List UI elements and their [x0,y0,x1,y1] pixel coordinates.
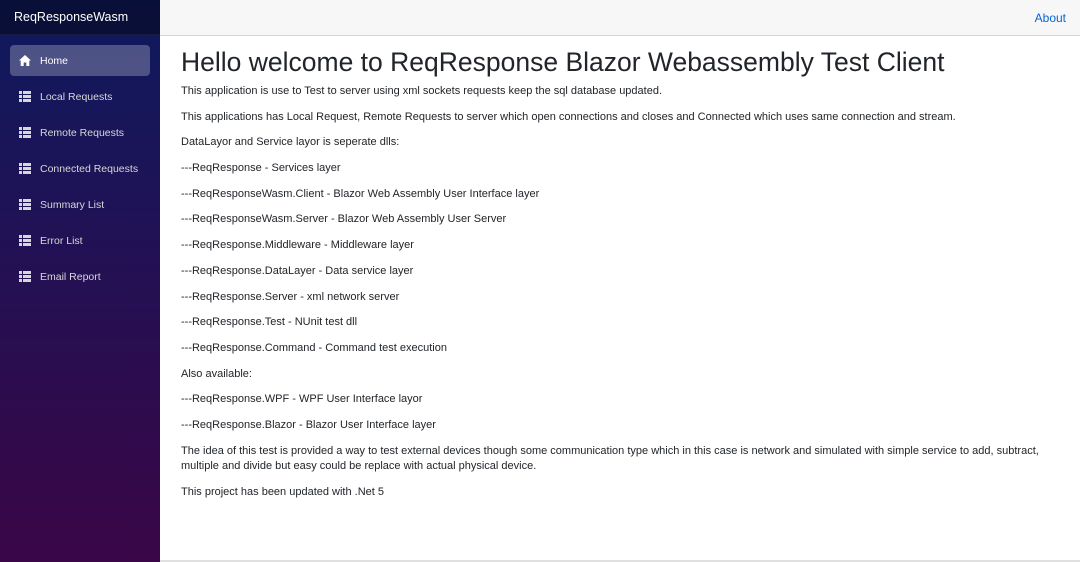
paragraph: ---ReqResponse.Middleware - Middleware l… [181,239,414,252]
paragraph: ---ReqResponse - Services layer [181,162,341,175]
sidebar-item-email-report[interactable]: Email Report [10,261,150,292]
home-icon [18,54,31,67]
list-icon [18,198,31,211]
sidebar-item-local-requests[interactable]: Local Requests [10,81,150,112]
list-icon [18,90,31,103]
page-title: Hello welcome to ReqResponse Blazor Weba… [181,47,945,77]
sidebar: ReqResponseWasm Home Local Requests Remo… [0,0,160,562]
sidebar-item-label: Home [40,54,69,67]
sidebar-item-label: Email Report [40,270,101,283]
paragraph: ---ReqResponse.Server - xml network serv… [181,290,400,303]
paragraph: DataLayor and Service layor is seperate … [181,136,400,149]
sidebar-item-error-list[interactable]: Error List [10,225,150,256]
list-icon [18,162,31,175]
list-icon [18,270,31,283]
sidebar-item-label: Remote Requests [40,126,125,139]
paragraph: ---ReqResponse.Command - Command test ex… [181,341,447,354]
sidebar-item-remote-requests[interactable]: Remote Requests [10,117,150,148]
paragraph: This project has been updated with .Net … [181,485,385,498]
sidebar-item-home[interactable]: Home [10,45,150,76]
paragraph: ---ReqResponse.Test - NUnit test dll [181,316,358,329]
brand-bar: ReqResponseWasm [0,0,160,35]
sidebar-item-label: Summary List [40,198,105,211]
nav-menu: Home Local Requests Remote Requests Conn… [0,35,160,292]
sidebar-item-label: Local Requests [40,90,113,103]
paragraph: ---ReqResponse.Blazor - Blazor User Inte… [181,418,436,431]
paragraph: Also available: [181,367,252,380]
paragraph: ---ReqResponse.DataLayer - Data service … [181,264,414,277]
sidebar-item-label: Error List [40,234,83,247]
main-content: Hello welcome to ReqResponse Blazor Weba… [181,46,1061,511]
paragraph: The idea of this test is provided a way … [181,444,1039,473]
list-icon [18,234,31,247]
sidebar-item-connected-requests[interactable]: Connected Requests [10,153,150,184]
brand-link[interactable]: ReqResponseWasm [14,10,128,24]
sidebar-item-label: Connected Requests [40,162,139,175]
paragraph: ---ReqResponse.WPF - WPF User Interface … [181,393,423,406]
top-row: About [160,0,1080,36]
list-icon [18,126,31,139]
paragraph: ---ReqResponseWasm.Server - Blazor Web A… [181,213,507,226]
paragraph: ---ReqResponseWasm.Client - Blazor Web A… [181,187,540,200]
about-link[interactable]: About [1035,11,1066,25]
paragraph: This application is use to Test to serve… [181,85,663,97]
paragraph: This applications has Local Request, Rem… [181,110,956,123]
sidebar-item-summary-list[interactable]: Summary List [10,189,150,220]
